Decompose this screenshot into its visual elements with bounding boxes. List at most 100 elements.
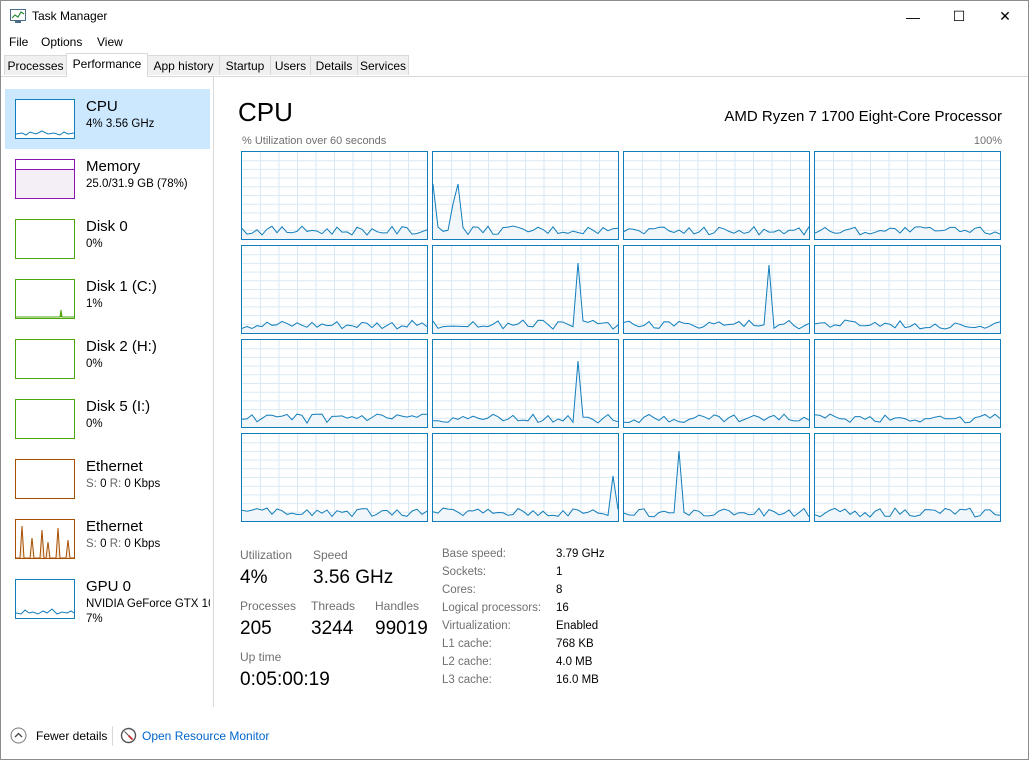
ethernet-2-thumbnail-graph — [15, 519, 75, 559]
sidebar-disk-5-sub: 0% — [86, 418, 103, 430]
logical-processor-graph — [241, 339, 428, 428]
logical-processor-graph — [241, 151, 428, 240]
task-manager-window: Task Manager — ☐ ✕ File Options View Pro… — [0, 0, 1029, 760]
ethernet-1-thumbnail-graph — [15, 459, 75, 499]
spec-value: Enabled — [556, 620, 599, 632]
resource-monitor-icon — [120, 727, 137, 744]
spec-key: Sockets: — [442, 566, 487, 578]
spec-key: L3 cache: — [442, 674, 492, 686]
sidebar-ethernet-2-sub: S: 0 R: 0 Kbps — [86, 538, 160, 550]
logical-processor-graph — [623, 245, 810, 334]
sidebar-disk-5-title: Disk 5 (I:) — [86, 398, 151, 415]
maximize-button[interactable]: ☐ — [936, 1, 982, 32]
uptime-value: 0:05:00:19 — [240, 669, 330, 690]
receive-label: R: — [109, 538, 122, 550]
tab-processes[interactable]: Processes — [4, 55, 67, 75]
utilization-graph-svg — [433, 152, 618, 239]
logical-processor-graph — [814, 433, 1001, 522]
utilization-graph-svg — [242, 340, 427, 427]
close-button[interactable]: ✕ — [982, 1, 1028, 32]
memory-thumbnail-graph — [15, 159, 75, 199]
utilization-graph-svg — [815, 434, 1000, 521]
sidebar-ethernet-1-sub: S: 0 R: 0 Kbps — [86, 478, 160, 490]
send-label: S: — [86, 538, 97, 550]
logical-processor-graph — [814, 245, 1001, 334]
spec-key: L1 cache: — [442, 638, 492, 650]
window-title: Task Manager — [32, 9, 108, 23]
tab-performance[interactable]: Performance — [66, 53, 148, 77]
chevron-up-icon[interactable] — [10, 727, 27, 744]
graph-caption: % Utilization over 60 seconds — [242, 135, 387, 147]
spec-key: Virtualization: — [442, 620, 511, 632]
logical-processor-graph — [241, 433, 428, 522]
open-resource-monitor-link[interactable]: Open Resource Monitor — [142, 729, 269, 743]
menu-view[interactable]: View — [97, 35, 123, 49]
menu-file[interactable]: File — [9, 35, 28, 49]
disk-0-thumbnail-graph — [15, 219, 75, 259]
utilization-graph-svg — [242, 152, 427, 239]
speed-label: Speed — [313, 548, 348, 562]
utilization-graph-svg — [815, 246, 1000, 333]
sidebar-item-ethernet-1[interactable]: Ethernet S: 0 R: 0 Kbps — [5, 449, 210, 509]
spec-key: L2 cache: — [442, 656, 492, 668]
tab-startup[interactable]: Startup — [219, 55, 271, 75]
utilization-graph-svg — [242, 434, 427, 521]
processes-value: 205 — [240, 618, 272, 639]
spec-value: 4.0 MB — [556, 656, 593, 668]
spec-value: 768 KB — [556, 638, 594, 650]
menu-options[interactable]: Options — [41, 35, 82, 49]
handles-value: 99019 — [375, 618, 428, 639]
sidebar-item-disk-0[interactable]: Disk 0 0% — [5, 209, 210, 269]
disk-5-thumbnail-graph — [15, 399, 75, 439]
utilization-graph-svg — [242, 246, 427, 333]
threads-value: 3244 — [311, 618, 354, 639]
footer-bar: Fewer details Open Resource Monitor — [1, 721, 1028, 751]
sidebar-item-ethernet-2[interactable]: Ethernet S: 0 R: 0 Kbps — [5, 509, 210, 569]
spec-key: Logical processors: — [442, 602, 542, 614]
logical-processor-graph — [432, 151, 619, 240]
utilization-value: 4% — [240, 567, 268, 588]
sidebar-item-cpu[interactable]: CPU 4% 3.56 GHz — [5, 89, 210, 149]
sidebar-cpu-sub: 4% 3.56 GHz — [86, 118, 155, 130]
logical-processor-graph — [241, 245, 428, 334]
handles-label: Handles — [375, 599, 420, 613]
utilization-graph-svg — [624, 434, 809, 521]
tab-services[interactable]: Services — [357, 55, 409, 75]
logical-processor-graph — [432, 339, 619, 428]
utilization-graph-svg — [433, 434, 618, 521]
sidebar-item-disk-5[interactable]: Disk 5 (I:) 0% — [5, 389, 210, 449]
sidebar-memory-title: Memory — [86, 158, 141, 175]
logical-processor-graph — [432, 433, 619, 522]
maximize-icon: ☐ — [952, 8, 966, 24]
tab-details[interactable]: Details — [310, 55, 358, 75]
graph-max-label: 100% — [973, 135, 1002, 147]
sidebar-ethernet-1-title: Ethernet — [86, 458, 143, 475]
task-manager-app-icon — [10, 9, 26, 23]
utilization-graph-svg — [433, 246, 618, 333]
logical-processor-graph — [814, 151, 1001, 240]
tab-app-history[interactable]: App history — [147, 55, 220, 75]
spec-key: Cores: — [442, 584, 476, 596]
logical-processor-graph — [623, 433, 810, 522]
gpu-0-thumbnail-graph — [15, 579, 75, 619]
sidebar-item-memory[interactable]: Memory 25.0/31.9 GB (78%) — [5, 149, 210, 209]
fewer-details-link[interactable]: Fewer details — [36, 729, 107, 743]
sidebar-disk-1-sub: 1% — [86, 298, 103, 310]
tab-users[interactable]: Users — [270, 55, 311, 75]
disk-2-thumbnail-graph — [15, 339, 75, 379]
sidebar-item-disk-2[interactable]: Disk 2 (H:) 0% — [5, 329, 210, 389]
spec-value: 16 — [556, 602, 569, 614]
send-label: S: — [86, 478, 97, 490]
close-icon: ✕ — [999, 8, 1011, 24]
logical-processor-graph — [814, 339, 1001, 428]
threads-label: Threads — [311, 599, 356, 613]
spec-value: 8 — [556, 584, 563, 596]
sidebar-cpu-title: CPU — [86, 98, 118, 115]
utilization-graph-svg — [815, 152, 1000, 239]
title-bar: Task Manager — ☐ ✕ — [1, 1, 1028, 32]
minimize-button[interactable]: — — [890, 1, 936, 32]
sidebar-item-gpu-0[interactable]: GPU 0 NVIDIA GeForce GTX 106 7% — [5, 569, 210, 629]
utilization-label: Utilization — [240, 548, 293, 562]
cpu-thumbnail-graph — [15, 99, 75, 139]
sidebar-item-disk-1[interactable]: Disk 1 (C:) 1% — [5, 269, 210, 329]
